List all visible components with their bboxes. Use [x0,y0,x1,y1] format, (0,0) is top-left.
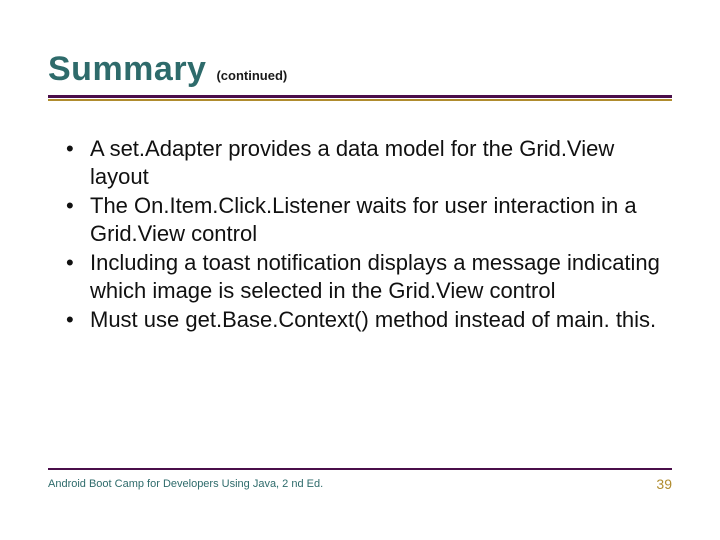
slide-footer: Android Boot Camp for Developers Using J… [48,468,672,492]
bullet-item: The On.Item.Click.Listener waits for use… [66,192,664,247]
bullet-item: Including a toast notification displays … [66,249,664,304]
footer-source-text: Android Boot Camp for Developers Using J… [48,478,323,490]
bullet-list: A set.Adapter provides a data model for … [48,135,672,334]
footer-rule [48,468,672,470]
title-rule-dark [48,95,672,98]
title-rule-gold [48,99,672,101]
bullet-item: A set.Adapter provides a data model for … [66,135,664,190]
footer-row: Android Boot Camp for Developers Using J… [48,476,672,492]
slide-continued-label: (continued) [216,68,287,83]
footer-page-number: 39 [656,476,672,492]
slide-title-row: Summary (continued) [48,50,672,89]
slide-title: Summary [48,50,206,89]
title-rule [48,95,672,101]
bullet-item: Must use get.Base.Context() method inste… [66,306,664,334]
